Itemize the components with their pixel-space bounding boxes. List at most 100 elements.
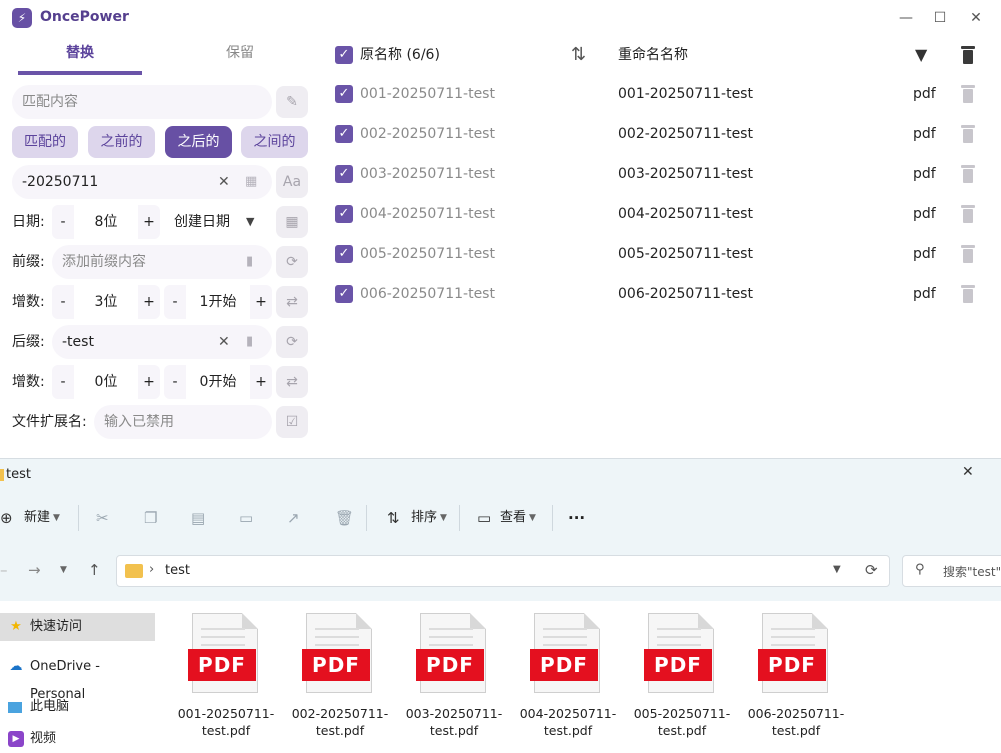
chevron-down-icon[interactable]: ▼: [60, 565, 67, 575]
increment-button[interactable]: +: [250, 365, 272, 399]
nav-item-this-pc[interactable]: 此电脑: [0, 693, 155, 721]
increment-digits-value[interactable]: 0位: [74, 365, 138, 399]
delete-row-icon[interactable]: [961, 285, 975, 303]
sort-button[interactable]: 排序: [411, 509, 437, 527]
file-icon[interactable]: ▮: [246, 245, 253, 279]
back-icon[interactable]: –: [0, 561, 8, 579]
mode-matched-button[interactable]: 匹配的: [12, 126, 78, 158]
tab-replace[interactable]: 替换: [18, 38, 142, 74]
maximize-button[interactable]: ☐: [929, 9, 951, 27]
row-checkbox[interactable]: ✓: [335, 245, 353, 263]
increment-button[interactable]: +: [138, 365, 160, 399]
increment-button[interactable]: +: [250, 285, 272, 319]
select-all-checkbox[interactable]: ✓: [335, 46, 353, 64]
search-box[interactable]: ⚲ 搜索"test": [902, 555, 1001, 587]
copy-icon[interactable]: ❐: [144, 509, 157, 527]
clear-icon[interactable]: ✕: [218, 165, 230, 199]
delete-row-icon[interactable]: [961, 85, 975, 103]
date-digits-value[interactable]: 8位: [74, 205, 138, 239]
increment-start-value[interactable]: 0开始: [186, 365, 250, 399]
minimize-button[interactable]: —: [895, 9, 917, 27]
swap-icon[interactable]: ⇄: [276, 366, 308, 398]
swap-icon[interactable]: ⇄: [276, 286, 308, 318]
match-input[interactable]: 匹配内容: [12, 85, 272, 119]
new-button[interactable]: 新建: [24, 509, 50, 527]
refresh-icon[interactable]: ⟳: [865, 561, 878, 579]
date-type-select[interactable]: 创建日期: [174, 205, 230, 239]
increment-button[interactable]: +: [138, 205, 160, 239]
chevron-down-icon[interactable]: ▼: [53, 509, 60, 527]
calendar-icon[interactable]: ▦: [245, 165, 257, 199]
row-checkbox[interactable]: ✓: [335, 285, 353, 303]
file-item[interactable]: PDF 003-20250711-test.pdf: [404, 613, 504, 743]
up-icon[interactable]: ↑: [88, 561, 101, 579]
refresh-icon[interactable]: ⟳: [276, 326, 308, 358]
oncepower-window: ⚡ OncePower — ☐ ✕ 替换 保留 匹配内容 ✎ 匹配的 之前的 之…: [0, 0, 1001, 458]
view-icon[interactable]: ▭: [477, 509, 491, 527]
tab-keep[interactable]: 保留: [178, 38, 302, 74]
mode-between-button[interactable]: 之间的: [241, 126, 308, 158]
mode-before-button[interactable]: 之前的: [88, 126, 155, 158]
row-checkbox[interactable]: ✓: [335, 85, 353, 103]
filter-icon[interactable]: ▼: [915, 45, 927, 65]
file-item[interactable]: PDF 004-20250711-test.pdf: [518, 613, 618, 743]
extension-input[interactable]: 输入已禁用: [94, 405, 272, 439]
row-checkbox[interactable]: ✓: [335, 165, 353, 183]
delete-row-icon[interactable]: [961, 205, 975, 223]
delete-row-icon[interactable]: [961, 245, 975, 263]
delete-all-icon[interactable]: [961, 46, 975, 64]
delete-row-icon[interactable]: [961, 125, 975, 143]
increment-button[interactable]: +: [138, 285, 160, 319]
replace-input[interactable]: -20250711: [12, 165, 272, 199]
close-button[interactable]: ✕: [965, 9, 987, 27]
toolbar-divider: [552, 505, 553, 531]
delete-row-icon[interactable]: [961, 165, 975, 183]
more-button[interactable]: ···: [568, 509, 585, 527]
decrement-button[interactable]: -: [52, 285, 74, 319]
file-item[interactable]: PDF 001-20250711-test.pdf: [176, 613, 276, 743]
decrement-button[interactable]: -: [164, 285, 186, 319]
address-bar[interactable]: › test ▼ ⟳: [116, 555, 890, 587]
sort-icon[interactable]: ⇅: [387, 509, 400, 527]
row-checkbox[interactable]: ✓: [335, 205, 353, 223]
decrement-button[interactable]: -: [52, 365, 74, 399]
decrement-button[interactable]: -: [52, 205, 74, 239]
chevron-down-icon[interactable]: ▼: [529, 509, 536, 527]
decrement-button[interactable]: -: [164, 365, 186, 399]
file-item[interactable]: PDF 005-20250711-test.pdf: [632, 613, 732, 743]
view-button[interactable]: 查看: [500, 509, 526, 527]
delete-icon[interactable]: 🗑: [335, 509, 354, 527]
rename-icon[interactable]: ▭: [239, 509, 253, 527]
paste-icon[interactable]: ▤: [191, 509, 205, 527]
case-icon[interactable]: Aa: [276, 166, 308, 198]
plus-circle-icon[interactable]: ⊕: [0, 509, 13, 527]
file-item[interactable]: PDF 002-20250711-test.pdf: [290, 613, 390, 743]
chevron-down-icon[interactable]: ▼: [833, 564, 841, 575]
file-item[interactable]: PDF 006-20250711-test.pdf: [746, 613, 846, 743]
nav-item-videos[interactable]: ▶ 视频: [0, 725, 155, 753]
mode-after-button[interactable]: 之后的: [165, 126, 232, 158]
forward-icon[interactable]: →: [28, 561, 41, 579]
file-icon[interactable]: ▮: [246, 325, 253, 359]
search-input[interactable]: 搜索"test": [943, 563, 1001, 580]
chevron-down-icon[interactable]: ▼: [246, 205, 254, 239]
calendar-icon[interactable]: ▦: [276, 206, 308, 238]
nav-item-quick-access[interactable]: ★ 快速访问: [0, 613, 155, 641]
increment-digits-value[interactable]: 3位: [74, 285, 138, 319]
share-icon[interactable]: ↗: [287, 509, 300, 527]
increment-start-stepper: - 0开始 +: [164, 365, 272, 399]
chevron-down-icon[interactable]: ▼: [440, 509, 447, 527]
breadcrumb-folder[interactable]: test: [165, 563, 190, 578]
cut-icon[interactable]: ✂: [96, 509, 109, 527]
checkbox-icon[interactable]: ☑: [276, 406, 308, 438]
suffix-input[interactable]: -test: [52, 325, 272, 359]
refresh-icon[interactable]: ⟳: [276, 246, 308, 278]
row-checkbox[interactable]: ✓: [335, 125, 353, 143]
sort-icon[interactable]: ⇅: [571, 45, 586, 65]
close-button[interactable]: ✕: [962, 464, 974, 480]
eraser-icon[interactable]: ✎: [276, 86, 308, 118]
prefix-input[interactable]: 添加前缀内容: [52, 245, 272, 279]
increment-start-value[interactable]: 1开始: [186, 285, 250, 319]
clear-icon[interactable]: ✕: [218, 325, 230, 359]
nav-item-onedrive[interactable]: ☁ OneDrive - Personal: [0, 653, 155, 702]
